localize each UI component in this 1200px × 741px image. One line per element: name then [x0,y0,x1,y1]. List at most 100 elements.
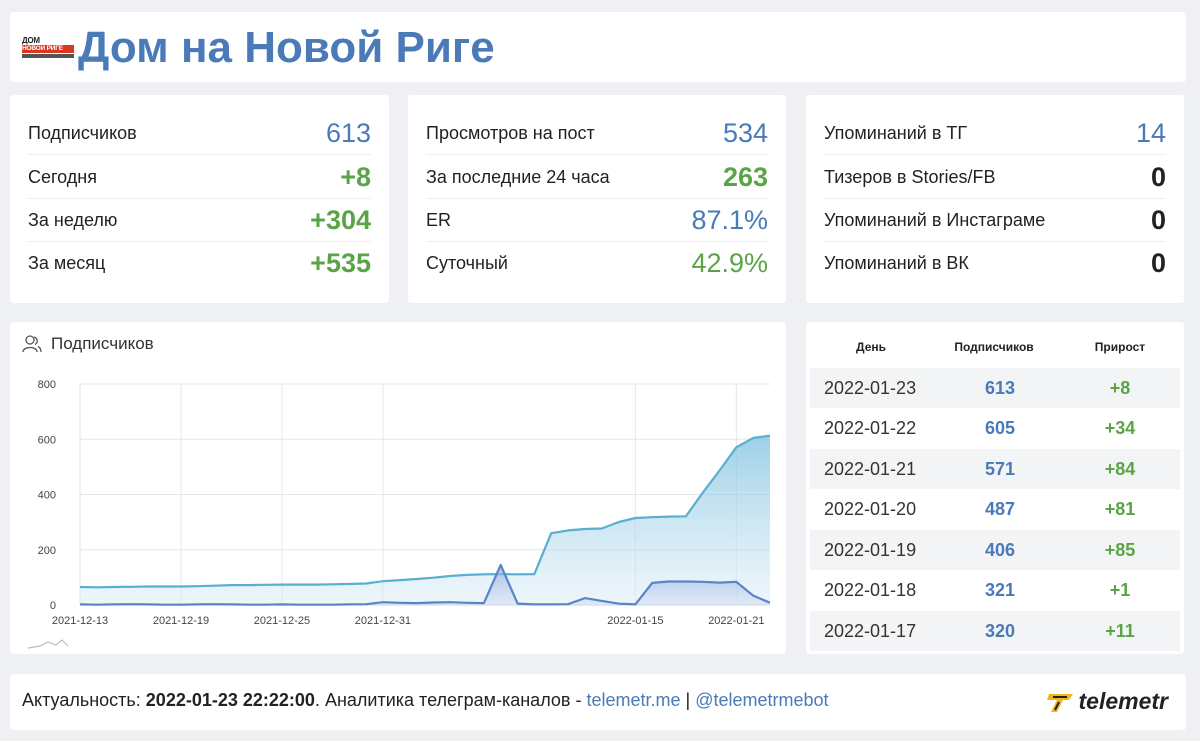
column-header-growth: Прирост [1094,340,1146,354]
footer-description: . Аналитика телеграм-каналов - [314,690,587,710]
table-row: 2022-01-18 321 +1 [810,571,1180,611]
actuality-label: Актуальность: [22,690,146,710]
stat-label: Суточный [426,253,508,273]
stat-label: За последние 24 часа [426,166,610,187]
cell-growth: +8 [1109,377,1131,398]
stat-label: За месяц [28,253,106,273]
stat-value: 14 [1135,117,1166,148]
stat-row-views-24h: За последние 24 часа 263 [426,156,768,199]
table-row: 2022-01-17 320 +11 [810,611,1180,651]
logo-text-bottom: НОВОЙ РИГЕ [22,45,74,53]
series-0-area [80,435,770,605]
x-tick-label: 2022-01-15 [607,615,663,627]
stat-label: Сегодня [28,166,97,187]
y-tick-label: 0 [50,600,56,612]
stat-row-tg-mentions: Упоминаний в ТГ 14 [824,112,1166,155]
table-row: 2022-01-20 487 +81 [810,490,1180,530]
telemetr-brand[interactable]: telemetr [1046,688,1168,715]
cell-date: 2022-01-23 [824,377,917,398]
chart-series [79,434,771,606]
subscribers-card: Подписчиков 613 Сегодня +8 За неделю +30… [10,95,389,303]
footer: Актуальность: 2022-01-23 22:22:00. Анали… [10,674,1186,730]
stat-value: 0 [1150,161,1166,192]
stat-value: 534 [722,117,768,148]
y-tick-label: 800 [38,379,56,391]
page-title: Дом на Новой Риге [78,23,495,72]
cell-growth: +85 [1104,539,1136,560]
cell-date: 2022-01-17 [824,620,917,641]
stat-row-stories-teasers: Тизеров в Stories/FB 0 [824,156,1166,199]
stat-label: Упоминаний в Инстаграме [824,209,1046,230]
stat-label: Упоминаний в ТГ [824,122,968,143]
chart-title: Подписчиков [51,334,154,353]
stat-value: 42.9% [691,248,768,278]
stat-row-month: За месяц +535 [28,242,371,285]
cell-growth: +1 [1109,580,1131,600]
channel-logo: ДОМ НОВОЙ РИГЕ [22,37,74,59]
stat-value: 0 [1150,248,1166,278]
stat-value: 87.1% [691,204,768,235]
table-row: 2022-01-23 613 +8 [810,368,1180,408]
cell-subscribers: 487 [984,499,1016,519]
column-header-date: День [856,340,886,354]
stat-row-week: За неделю +304 [28,199,371,242]
column-header-subscribers: Подписчиков [954,340,1034,354]
cell-growth: +81 [1104,499,1136,519]
stat-value: 0 [1150,204,1166,235]
cell-date: 2022-01-19 [824,539,917,560]
x-tick-label: 2021-12-19 [153,615,209,627]
cell-subscribers: 321 [984,580,1016,600]
subscribers-chart-panel: Подписчиков 0 200 400 600 800 2021-12-13 2021… [10,322,786,654]
y-axis: 0 200 400 600 800 [38,379,56,612]
navigator-mini-line [27,639,69,649]
cell-growth: +84 [1104,458,1136,479]
stat-value: 613 [325,117,371,148]
logo-text-top: ДОМ [22,36,40,45]
telemetr-link[interactable]: telemetr.me [586,690,680,710]
stat-row-instagram-mentions: Упоминаний в Инстаграме 0 [824,199,1166,242]
footer-text: Актуальность: 2022-01-23 22:22:00. Анали… [22,690,829,711]
views-card: Просмотров на пост 534 За последние 24 ч… [408,95,786,303]
x-tick-label: 2021-12-31 [355,615,411,627]
actuality-timestamp: 2022-01-23 22:22:00 [145,690,315,710]
cell-subscribers: 406 [984,539,1016,560]
footer-separator: | [680,690,696,710]
x-axis: 2021-12-13 2021-12-19 2021-12-25 2021-12-31… [52,615,765,627]
stat-row-daily-er: Суточный 42.9% [426,242,768,285]
telemetr-brand-name: telemetr [1078,688,1168,714]
table-row: 2022-01-21 571 +84 [810,449,1180,489]
stat-row-subscribers: Подписчиков 613 [28,112,371,155]
header-panel: ДОМ НОВОЙ РИГЕ Дом на Новой Риге [10,12,1186,82]
stat-label: Тизеров в Stories/FB [824,166,996,187]
cell-subscribers: 571 [984,458,1016,479]
telemetr-logo-icon [1046,693,1073,712]
stat-label: Просмотров на пост [426,122,595,143]
stat-label: Подписчиков [28,122,137,143]
cell-date: 2022-01-22 [824,418,917,438]
stat-row-views-per-post: Просмотров на пост 534 [426,112,768,155]
telemetr-bot-link[interactable]: @telemetrmebot [695,690,828,710]
subscribers-chart: 0200400600800 2021-12-13 2021-12-19 2021-1… [27,379,771,649]
stat-label: ER [426,209,452,230]
cell-growth: +11 [1105,620,1135,641]
cell-subscribers: 605 [984,418,1016,438]
stat-row-er: ER 87.1% [426,199,768,242]
stat-row-vk-mentions: Упоминаний в ВК 0 [824,242,1166,285]
logo-bar [22,54,74,58]
x-tick-label: 2021-12-13 [52,615,108,627]
stat-value: +304 [310,204,371,235]
mentions-card: Упоминаний в ТГ 14 Тизеров в Stories/FB … [806,95,1184,303]
cell-growth: +34 [1104,418,1136,438]
table-row: 2022-01-22 605 +34 [810,409,1180,449]
table-row: 2022-01-19 406 +85 [810,530,1180,570]
chart-header: Подписчиков [22,334,154,354]
daily-table-panel: День Подписчиков Прирост 2022-01-23 613 +8… [806,322,1184,654]
y-tick-label: 600 [38,434,56,446]
cell-date: 2022-01-18 [824,580,917,600]
cell-date: 2022-01-21 [824,458,917,479]
stat-value: +8 [340,161,371,192]
stat-row-today: Сегодня +8 [28,156,371,199]
cell-subscribers: 320 [984,620,1016,641]
cell-subscribers: 613 [984,377,1016,398]
stat-value: +535 [310,248,371,278]
